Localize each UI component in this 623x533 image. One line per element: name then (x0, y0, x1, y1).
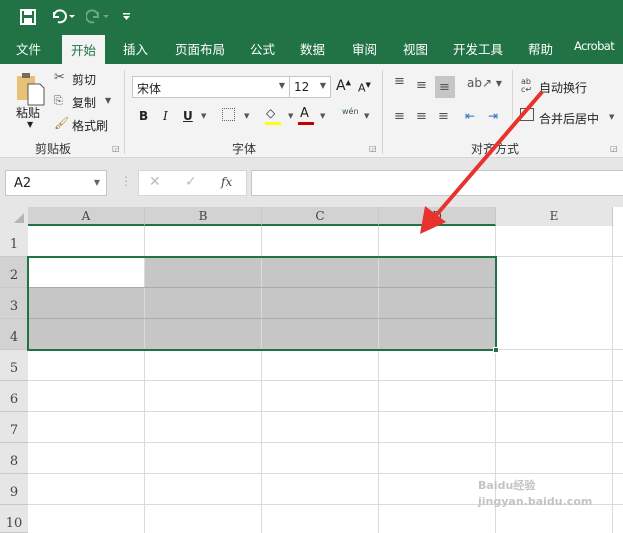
annotation-arrow (420, 90, 544, 234)
arrow-shaft (430, 90, 544, 222)
watermark: Baidu经验 jingyan.baidu.com (478, 479, 593, 508)
